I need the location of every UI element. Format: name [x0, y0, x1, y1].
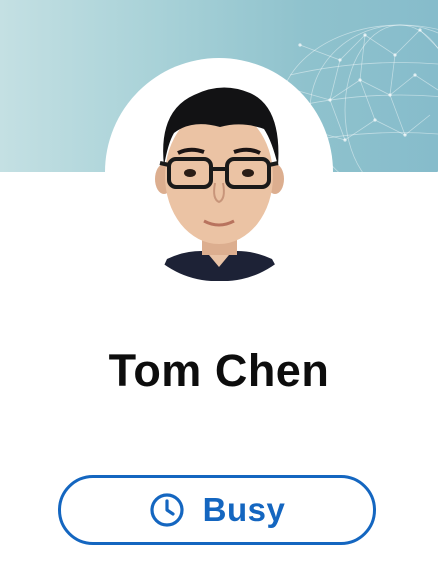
- status-button[interactable]: Busy: [58, 475, 376, 545]
- clock-icon: [150, 493, 184, 527]
- profile-card: Tom Chen Busy: [0, 0, 438, 573]
- profile-name: Tom Chen: [108, 345, 330, 396]
- avatar[interactable]: [122, 71, 317, 281]
- status-label: Busy: [202, 491, 286, 528]
- avatar-portrait: [122, 71, 317, 281]
